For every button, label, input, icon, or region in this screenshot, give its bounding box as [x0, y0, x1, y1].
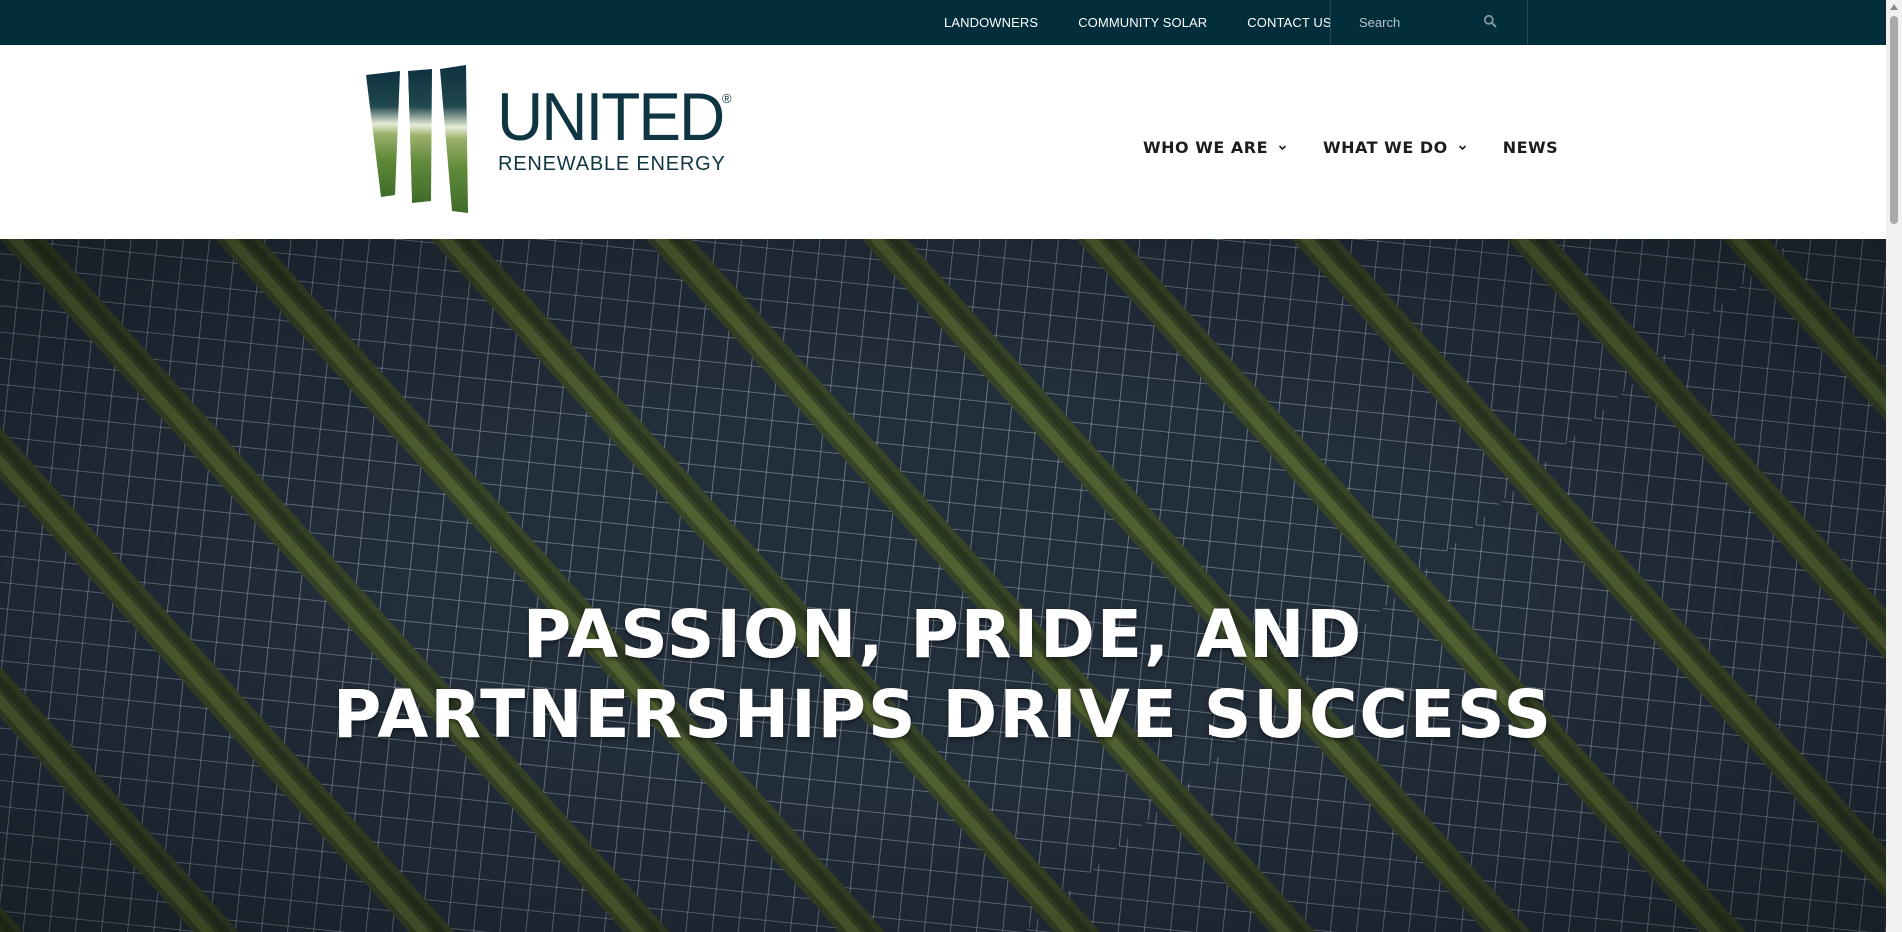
- chevron-down-icon: [1458, 144, 1466, 150]
- search-box: [1330, 0, 1528, 45]
- solar-field-background-image: [0, 239, 1886, 932]
- nav-who-we-are[interactable]: WHO WE ARE: [1143, 138, 1287, 157]
- chevron-down-icon: [1278, 144, 1287, 150]
- search-input[interactable]: [1331, 0, 1527, 45]
- logo-wordmark: UNITED: [497, 78, 725, 156]
- hero-headline: PASSION, PRIDE, AND PARTNERSHIPS DRIVE S…: [0, 595, 1886, 755]
- united-renewable-energy-logo[interactable]: UNITED ® RENEWABLE ENERGY: [364, 65, 736, 217]
- nav-news[interactable]: NEWS: [1503, 138, 1559, 157]
- solar-bars-logo-icon: [366, 65, 468, 213]
- site-header: UNITED ® RENEWABLE ENERGY WHO WE ARE WHA…: [0, 45, 1886, 239]
- scrollbar-thumb[interactable]: [1890, 16, 1898, 224]
- logo-subtitle: RENEWABLE ENERGY: [498, 153, 726, 175]
- scroll-up-arrow-icon[interactable]: [1890, 4, 1898, 10]
- hero-banner: PASSION, PRIDE, AND PARTNERSHIPS DRIVE S…: [0, 239, 1886, 932]
- hero-headline-line-2: PARTNERSHIPS DRIVE SUCCESS: [332, 676, 1554, 754]
- nav-what-we-do[interactable]: WHAT WE DO: [1323, 138, 1467, 157]
- utility-bar: LANDOWNERS COMMUNITY SOLAR CONTACT US: [0, 0, 1886, 45]
- contact-us-link[interactable]: CONTACT US: [1247, 15, 1331, 30]
- nav-label: WHO WE ARE: [1143, 137, 1268, 157]
- utility-links: LANDOWNERS COMMUNITY SOLAR CONTACT US: [944, 0, 1332, 45]
- community-solar-link[interactable]: COMMUNITY SOLAR: [1078, 15, 1207, 30]
- nav-label: WHAT WE DO: [1323, 137, 1448, 157]
- hero-headline-line-1: PASSION, PRIDE, AND: [522, 596, 1364, 674]
- search-icon[interactable]: [1483, 14, 1497, 28]
- nav-label: NEWS: [1502, 137, 1559, 157]
- registered-mark: ®: [722, 91, 732, 106]
- landowners-link[interactable]: LANDOWNERS: [944, 15, 1038, 30]
- main-nav: WHO WE ARE WHAT WE DO NEWS: [1143, 132, 1558, 162]
- vertical-scrollbar[interactable]: [1886, 0, 1902, 932]
